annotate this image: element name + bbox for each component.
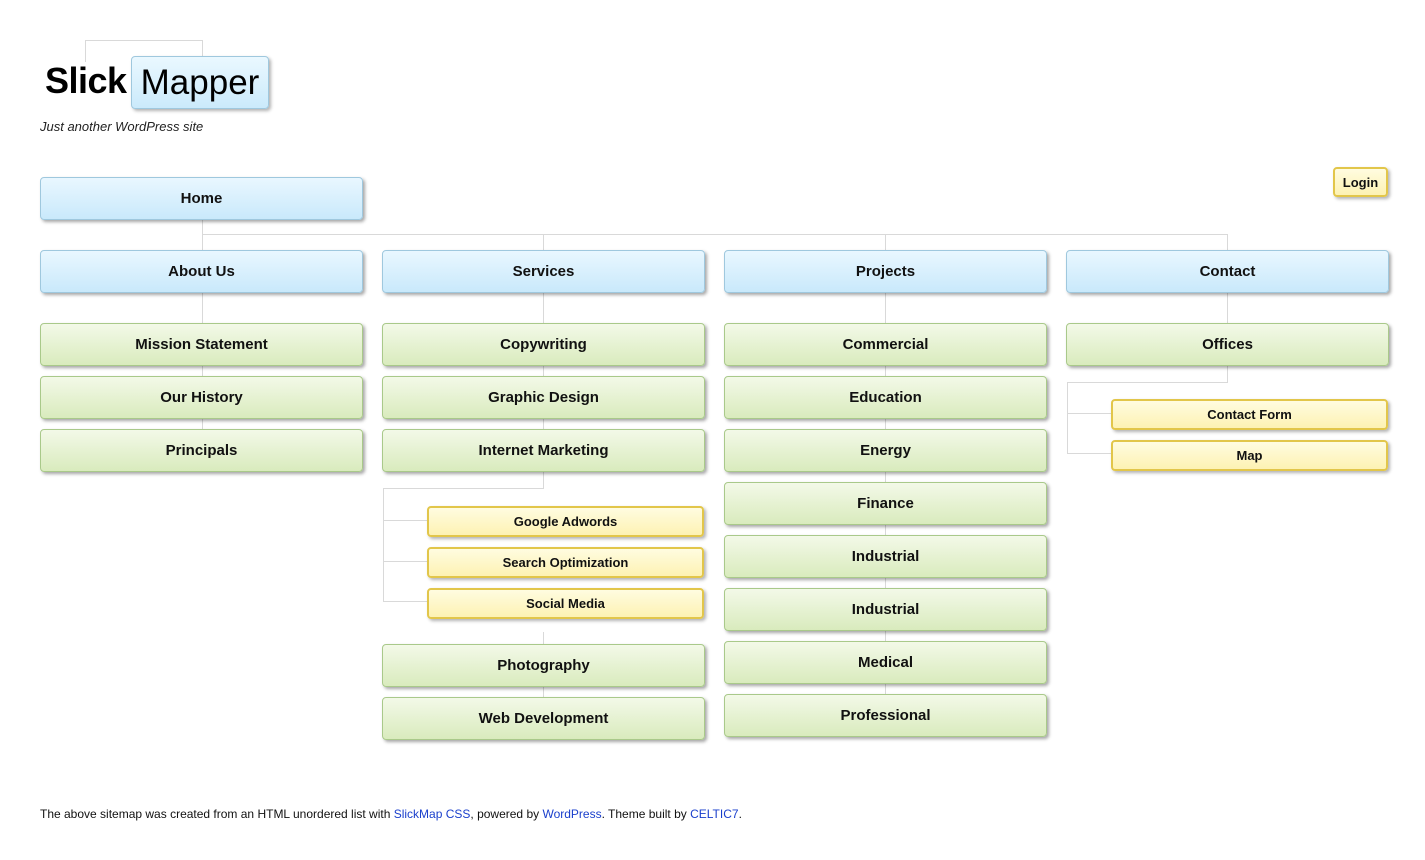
footer-credits: The above sitemap was created from an HT… (40, 807, 742, 821)
node-graphic-design[interactable]: Graphic Design (382, 376, 705, 419)
node-industrial[interactable]: Industrial (724, 535, 1047, 578)
node-projects[interactable]: Projects (724, 250, 1047, 293)
slickmap-link[interactable]: SlickMap CSS (394, 807, 471, 821)
login-button[interactable]: Login (1333, 167, 1388, 197)
node-web-development[interactable]: Web Development (382, 697, 705, 740)
node-finance[interactable]: Finance (724, 482, 1047, 525)
node-contact[interactable]: Contact (1066, 250, 1389, 293)
site-tagline: Just another WordPress site (40, 119, 204, 134)
node-copywriting[interactable]: Copywriting (382, 323, 705, 366)
node-photography[interactable]: Photography (382, 644, 705, 687)
node-energy[interactable]: Energy (724, 429, 1047, 472)
footer-text: . (738, 807, 742, 821)
node-commercial[interactable]: Commercial (724, 323, 1047, 366)
wordpress-link[interactable]: WordPress (542, 807, 601, 821)
node-our-history[interactable]: Our History (40, 376, 363, 419)
node-internet-marketing[interactable]: Internet Marketing (382, 429, 705, 472)
logo-word-mapper: Mapper (131, 56, 269, 109)
node-home[interactable]: Home (40, 177, 363, 220)
node-contact-form[interactable]: Contact Form (1111, 399, 1388, 430)
node-medical[interactable]: Medical (724, 641, 1047, 684)
node-social-media[interactable]: Social Media (427, 588, 704, 619)
node-professional[interactable]: Professional (724, 694, 1047, 737)
logo-word-slick: Slick (45, 60, 127, 101)
node-mission-statement[interactable]: Mission Statement (40, 323, 363, 366)
node-about-us[interactable]: About Us (40, 250, 363, 293)
node-search-optimization[interactable]: Search Optimization (427, 547, 704, 578)
footer-text: . Theme built by (601, 807, 691, 821)
node-services[interactable]: Services (382, 250, 705, 293)
node-offices[interactable]: Offices (1066, 323, 1389, 366)
node-google-adwords[interactable]: Google Adwords (427, 506, 704, 537)
footer-text: The above sitemap was created from an HT… (40, 807, 394, 821)
node-map[interactable]: Map (1111, 440, 1388, 471)
node-principals[interactable]: Principals (40, 429, 363, 472)
node-industrial-2[interactable]: Industrial (724, 588, 1047, 631)
node-education[interactable]: Education (724, 376, 1047, 419)
celtic7-link[interactable]: CELTIC7 (690, 807, 738, 821)
footer-text: , powered by (470, 807, 543, 821)
